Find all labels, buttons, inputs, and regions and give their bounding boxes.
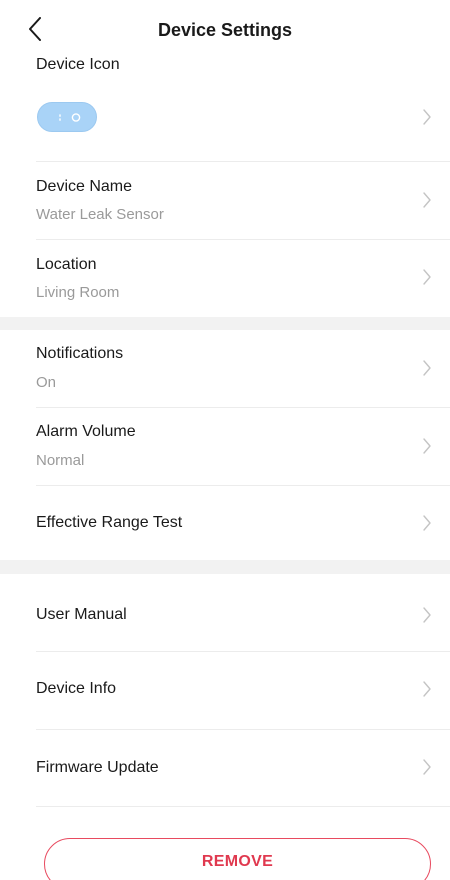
device-settings-screen: Device Settings Device Icon Device Name … (0, 0, 450, 880)
chevron-right-icon (423, 607, 431, 623)
location-label: Location (36, 256, 97, 273)
device-info-label: Device Info (36, 680, 117, 697)
effective-range-test-row[interactable]: Effective Range Test (0, 486, 450, 560)
alarm-volume-row[interactable]: Alarm Volume Normal (0, 408, 450, 485)
alarm-volume-value: Normal (36, 452, 85, 469)
device-name-value: Water Leak Sensor (36, 206, 164, 223)
header-bar: Device Settings (0, 0, 450, 50)
firmware-update-label: Firmware Update (36, 759, 159, 776)
device-icon-row[interactable]: Device Icon (0, 50, 450, 162)
notifications-label: Notifications (36, 345, 124, 362)
device-icon-label: Device Icon (36, 56, 120, 73)
remove-button[interactable]: REMOVE (44, 838, 431, 880)
device-info-row[interactable]: Device Info (0, 652, 450, 729)
chevron-right-icon (423, 360, 431, 376)
chevron-right-icon (423, 438, 431, 454)
user-manual-row[interactable]: User Manual (0, 574, 450, 651)
chevron-right-icon (423, 109, 431, 125)
firmware-update-row[interactable]: Firmware Update (0, 730, 450, 806)
chevron-right-icon (423, 269, 431, 285)
water-leak-sensor-icon (37, 102, 97, 132)
chevron-right-icon (423, 515, 431, 531)
section-separator (0, 317, 450, 330)
notifications-value: On (36, 374, 57, 391)
location-row[interactable]: Location Living Room (0, 240, 450, 317)
user-manual-label: User Manual (36, 606, 127, 623)
chevron-right-icon (423, 759, 431, 775)
section-separator (0, 560, 450, 574)
divider (36, 806, 450, 807)
alarm-volume-label: Alarm Volume (36, 423, 136, 440)
remove-button-label: REMOVE (201, 853, 274, 870)
effective-range-test-label: Effective Range Test (36, 514, 183, 531)
device-name-row[interactable]: Device Name Water Leak Sensor (0, 162, 450, 239)
chevron-right-icon (423, 192, 431, 208)
chevron-right-icon (423, 681, 431, 697)
page-title: Device Settings (157, 20, 293, 40)
device-name-label: Device Name (36, 178, 133, 195)
notifications-row[interactable]: Notifications On (0, 330, 450, 407)
location-value: Living Room (36, 284, 120, 301)
